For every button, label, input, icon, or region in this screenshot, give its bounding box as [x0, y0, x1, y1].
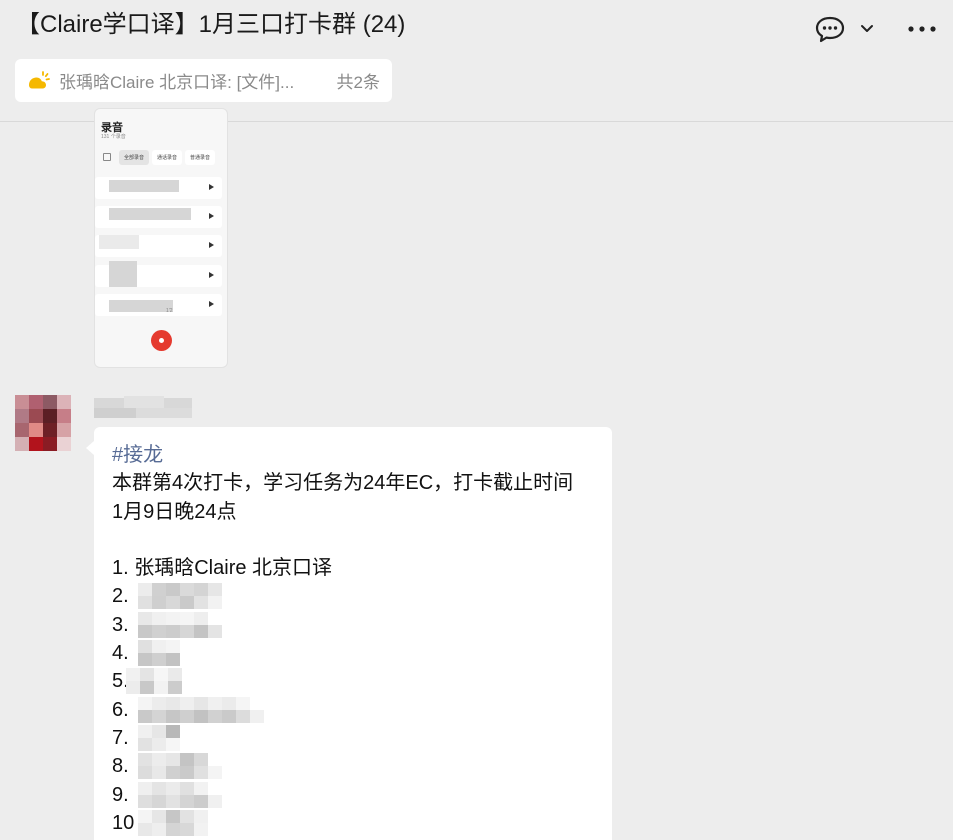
- redacted-name: [138, 696, 264, 723]
- redacted-name: [138, 611, 222, 638]
- message-body-line: 1月9日晚24点: [112, 500, 237, 523]
- list-item: 4.: [112, 639, 594, 667]
- redacted-name: [138, 809, 222, 836]
- chat-header: 【Claire学口译】1月三口打卡群 (24) 张瑀晗Claire 北京口译: …: [0, 0, 953, 122]
- redacted-name: [138, 724, 180, 751]
- list-item: 9.: [112, 781, 594, 809]
- list-item: 1. 张瑀晗Claire 北京口译: [112, 554, 594, 582]
- screenshot-tab: 通话录音: [152, 150, 183, 165]
- sender-name-redacted: [94, 396, 194, 422]
- screenshot-tab: 普通录音: [185, 150, 216, 165]
- redacted-name: [126, 668, 182, 695]
- record-button-icon: [151, 330, 172, 351]
- redacted-name: [109, 180, 179, 192]
- list-item: 7.: [112, 724, 594, 752]
- chat-title: 【Claire学口译】1月三口打卡群 (24): [16, 11, 406, 38]
- pinned-message-bar[interactable]: 张瑀晗Claire 北京口译: [文件]... 共2条: [15, 59, 392, 102]
- list-item-text: 4.: [112, 642, 129, 665]
- header-actions: [813, 14, 939, 44]
- redacted-name: [109, 208, 191, 220]
- chevron-down-icon[interactable]: [857, 14, 877, 44]
- redacted-name: [138, 640, 180, 667]
- redacted-name: [138, 781, 222, 808]
- screenshot-subtitle: 131 个录音: [101, 134, 126, 140]
- sun-icon: [29, 70, 50, 88]
- screenshot-tab: 全部录音: [119, 150, 150, 165]
- play-icon: [209, 272, 214, 278]
- pinned-text: 张瑀晗Claire 北京口译: [文件]...: [59, 73, 295, 92]
- list-item-text: 2.: [112, 585, 129, 608]
- list-item-text: 8.: [112, 755, 129, 778]
- list-item: 8.: [112, 752, 594, 780]
- list-item: 6.: [112, 696, 594, 724]
- list-item: 2.: [112, 582, 594, 610]
- screenshot-time: 1'2: [166, 308, 173, 314]
- hashtag-link[interactable]: #接龙: [112, 441, 594, 469]
- screenshot-tabs: 全部录音 通话录音 普通录音: [119, 150, 216, 165]
- list-item-text: 7.: [112, 726, 129, 749]
- redacted-name: [138, 753, 222, 780]
- list-item-text: 10: [112, 811, 135, 834]
- play-icon: [209, 242, 214, 248]
- chat-bubble-icon[interactable]: [813, 14, 847, 44]
- play-icon: [209, 301, 214, 307]
- list-item: 5.: [112, 667, 594, 695]
- redacted-name: [99, 235, 139, 249]
- play-icon: [209, 213, 214, 219]
- more-icon[interactable]: [905, 14, 939, 44]
- list-item-text: 3.: [112, 613, 129, 636]
- redacted-name: [109, 300, 173, 312]
- pinned-count: 共2条: [336, 73, 380, 92]
- list-item-text: 6.: [112, 698, 129, 721]
- screenshot-image-message[interactable]: 录音 131 个录音 全部录音 通话录音 普通录音 1'2: [94, 108, 228, 368]
- redacted-name: [138, 583, 222, 610]
- message-body-line: 本群第4次打卡，学习任务为24年EC，打卡截止时间: [112, 472, 574, 495]
- list-item-text: 1. 张瑀晗Claire 北京口译: [112, 557, 333, 580]
- avatar[interactable]: [15, 395, 71, 451]
- list-item: 10: [112, 809, 594, 837]
- calendar-icon: [103, 153, 111, 161]
- list-item: 3.: [112, 611, 594, 639]
- list-item-text: 9.: [112, 783, 129, 806]
- message-bubble[interactable]: #接龙 本群第4次打卡，学习任务为24年EC，打卡截止时间 1月9日晚24点 1…: [86, 427, 612, 840]
- play-icon: [209, 184, 214, 190]
- redacted-name: [109, 261, 137, 287]
